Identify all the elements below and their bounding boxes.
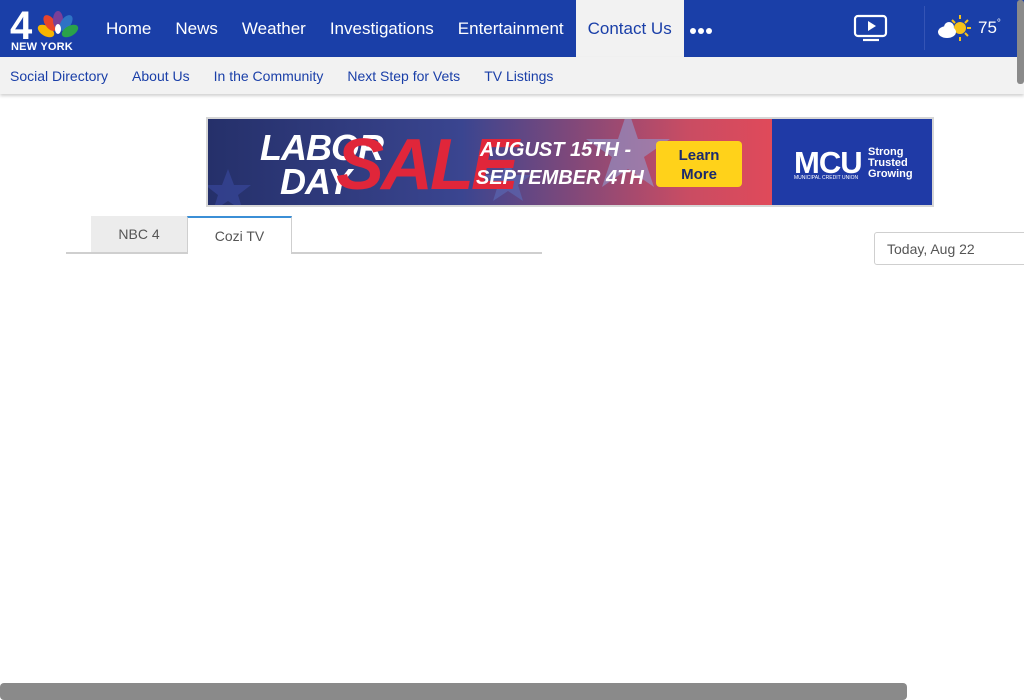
ad-brand-panel: MCU MUNICIPAL CREDIT UNION Strong Truste… <box>772 119 932 205</box>
live-tv-icon[interactable] <box>853 13 889 43</box>
nav-weather[interactable]: Weather <box>230 0 318 57</box>
main-nav: Home News Weather Investigations Enterta… <box>94 0 684 57</box>
partly-sunny-icon <box>938 15 971 41</box>
nav-divider <box>924 6 925 50</box>
temperature-value: 75° <box>978 18 1001 37</box>
ad-date-start: AUGUST 15TH - <box>480 139 632 161</box>
ad-brand-subtitle: MUNICIPAL CREDIT UNION <box>794 175 859 181</box>
nav-entertainment[interactable]: Entertainment <box>446 0 576 57</box>
more-menu-icon[interactable] <box>690 20 714 36</box>
svg-text:4: 4 <box>10 5 33 45</box>
date-picker[interactable]: Today, Aug 22 <box>874 232 1024 265</box>
horizontal-scrollbar[interactable] <box>0 683 907 700</box>
ad-tagline: Strong Trusted Growing <box>868 147 913 180</box>
subnav-next-step-for-vets[interactable]: Next Step for Vets <box>347 68 460 84</box>
logo-city-text: NEW YORK <box>11 41 73 53</box>
peacock-logo-icon: 4 <box>10 4 79 48</box>
top-nav-bar: 4 NEW YORK Home News Weather Investigati… <box>0 0 1024 57</box>
nav-investigations[interactable]: Investigations <box>318 0 446 57</box>
ad-tagline-growing: Growing <box>868 168 913 180</box>
ad-button-line2: More <box>681 166 717 183</box>
subnav-tv-listings[interactable]: TV Listings <box>484 68 553 84</box>
weather-widget[interactable]: 75° <box>936 12 1001 44</box>
tab-cozi-tv[interactable]: Cozi TV <box>187 216 292 254</box>
nav-news[interactable]: News <box>163 0 230 57</box>
ad-left-panel: LABOR DAY SALE AUGUST 15TH - SEPTEMBER 4… <box>208 119 772 205</box>
subnav-in-the-community[interactable]: In the Community <box>214 68 324 84</box>
subnav-about-us[interactable]: About Us <box>132 68 190 84</box>
ad-learn-more-button[interactable]: Learn More <box>656 141 742 187</box>
vertical-scrollbar[interactable] <box>1017 0 1024 84</box>
ad-banner[interactable]: LABOR DAY SALE AUGUST 15TH - SEPTEMBER 4… <box>206 117 934 207</box>
nav-home[interactable]: Home <box>94 0 163 57</box>
ad-sale-text: SALE <box>336 125 519 205</box>
sub-nav: Social Directory About Us In the Communi… <box>0 57 1024 94</box>
subnav-social-directory[interactable]: Social Directory <box>10 68 108 84</box>
nav-contact-us[interactable]: Contact Us <box>575 0 684 57</box>
ad-button-line1: Learn <box>678 147 720 164</box>
ad-date-end: SEPTEMBER 4TH <box>476 167 644 189</box>
tab-nbc4[interactable]: NBC 4 <box>91 216 187 254</box>
